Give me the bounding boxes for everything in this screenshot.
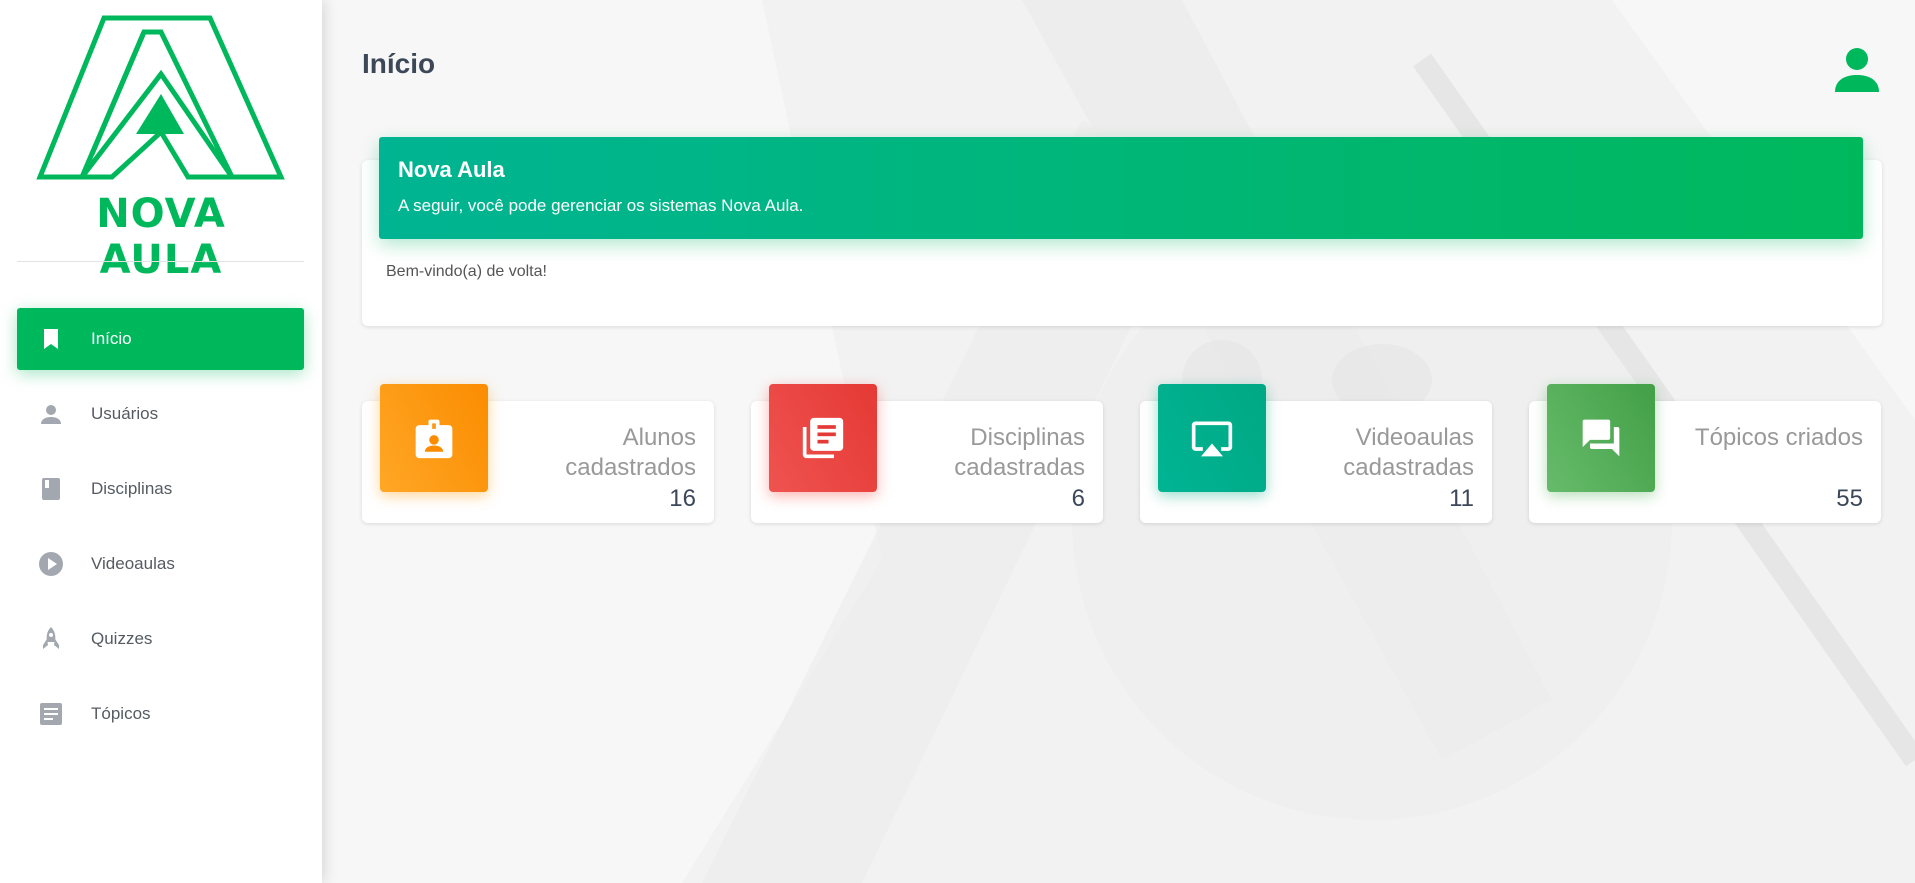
brand-logo[interactable]: NOVA AULA [36,14,286,283]
play-circle-icon [39,552,63,576]
brand-name: NOVA AULA [96,191,226,283]
logo-triangle-icon [36,15,285,180]
badge-icon [415,419,453,459]
bookmark-icon [44,329,58,349]
page-title: Início [362,48,436,79]
welcome-card-header: Nova Aula A seguir, você pode gerenciar … [379,137,1863,239]
stat-value: 6 [1071,485,1085,512]
sidebar-item-label: Videoaulas [91,554,175,573]
article-icon [40,703,62,725]
sidebar-item-label: Disciplinas [91,479,173,498]
user-account-button[interactable] [1835,46,1879,92]
sidebar-divider [17,261,304,262]
stat-value: 16 [669,485,696,512]
sidebar-item-usuarios[interactable]: Usuários [17,383,304,445]
stat-card-disciplinas: Disciplinas cadastradas 6 [751,384,1103,523]
stat-card-topicos: Tópicos criados 55 [1529,384,1881,523]
sidebar-item-disciplinas[interactable]: Disciplinas [17,458,304,520]
stat-label: Disciplinas cadastradas [954,424,1085,481]
stat-label: Tópicos criados [1694,424,1863,451]
welcome-subtitle: A seguir, você pode gerenciar os sistema… [398,196,804,215]
stat-value: 55 [1836,485,1863,512]
sidebar-item-label: Início [91,329,132,348]
person-icon [41,405,61,424]
sidebar-nav: Início Usuários Disciplinas Videoaulas Q… [17,308,304,758]
stat-icon-box [769,384,877,492]
sidebar-item-quizzes[interactable]: Quizzes [17,608,304,670]
sidebar-item-videoaulas[interactable]: Videoaulas [17,533,304,595]
airplay-icon [1191,421,1233,457]
stat-label: Alunos cadastrados [565,424,696,481]
stat-card-alunos: Alunos cadastrados 16 [362,384,714,523]
forum-icon [1582,419,1620,457]
sidebar-item-topicos[interactable]: Tópicos [17,683,304,745]
sidebar-item-label: Quizzes [91,629,153,648]
welcome-message: Bem-vindo(a) de volta! [386,263,547,280]
rocket-icon [43,627,59,649]
book-icon [42,478,60,500]
sidebar-item-label: Usuários [91,404,159,423]
stat-icon-box [1547,384,1655,492]
stat-icon-box [1158,384,1266,492]
welcome-title: Nova Aula [398,157,505,182]
sidebar-item-inicio[interactable]: Início [17,308,304,370]
stat-label: Videoaulas cadastradas [1343,424,1474,481]
stat-card-videoaulas: Videoaulas cadastradas 11 [1140,384,1492,523]
library-books-icon [802,417,844,459]
stat-icon-box [380,384,488,492]
sidebar: NOVA AULA Início Usuários Disciplinas Vi… [0,0,322,883]
account-icon [1835,48,1879,92]
sidebar-item-label: Tópicos [91,704,151,723]
stat-value: 11 [1449,485,1474,512]
